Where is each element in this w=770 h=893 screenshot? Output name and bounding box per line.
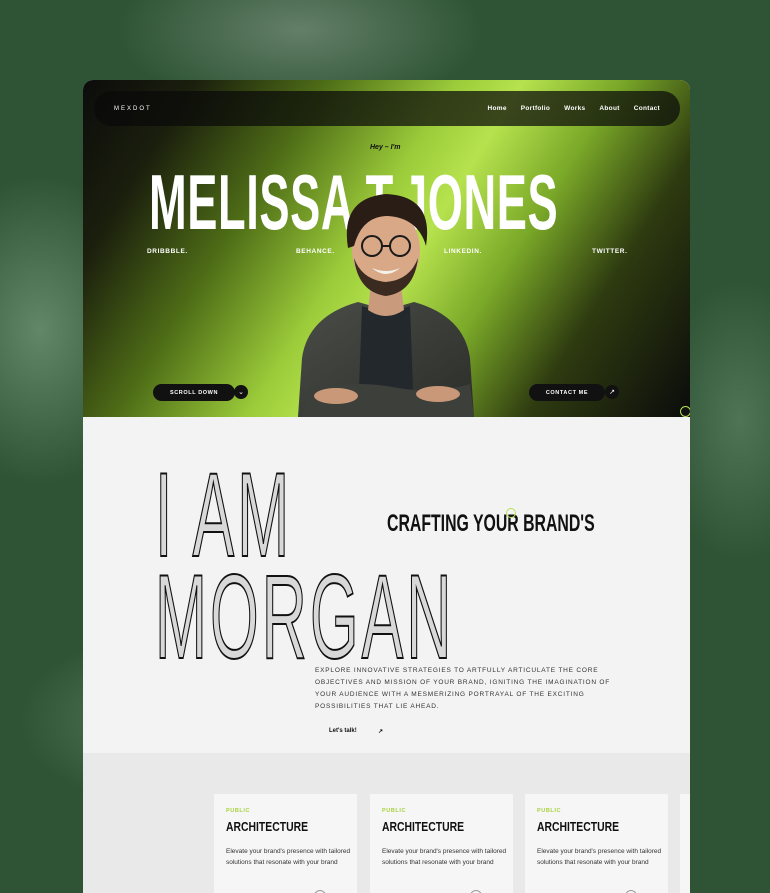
scroll-down-button[interactable]: SCROLL DOWN <box>153 384 235 401</box>
service-text: Elevate your brand's presence with tailo… <box>226 848 351 866</box>
arrow-up-right-icon: ↗ <box>377 728 383 735</box>
service-title: ARCHITECTURE <box>537 819 620 834</box>
services-section: PUBLIC ARCHITECTURE Elevate your brand's… <box>83 753 690 893</box>
hero-section: MEXDOT Home Portfolio Works About Contac… <box>83 80 690 417</box>
service-text: Elevate your brand's presence with tailo… <box>537 848 662 866</box>
arrow-down-icon[interactable]: ⌄ <box>234 385 248 399</box>
tagline: CRAFTING YOUR BRAND'S <box>387 510 595 537</box>
about-section: I AM MORGAN CRAFTING YOUR BRAND'S Explor… <box>83 417 690 753</box>
arrow-up-right-icon[interactable]: ↗ <box>605 385 619 399</box>
big-heading-line2: MORGAN <box>154 550 455 684</box>
service-tag: PUBLIC <box>226 808 251 814</box>
service-card[interactable]: PUBLIC ARCHITECTURE Elevate your brand's… <box>525 794 668 893</box>
service-card[interactable]: PUBLIC ARCHITECTURE Elevate your brand's… <box>214 794 357 893</box>
social-dribbble[interactable]: DRIBBBLE. <box>147 248 188 255</box>
service-title: ARCHITECTURE <box>226 819 309 834</box>
lets-talk-button[interactable]: Let's talk! ↗ <box>313 723 399 739</box>
service-tag: PUBLIC <box>382 808 407 814</box>
logo[interactable]: MEXDOT <box>114 106 152 112</box>
ring-icon <box>506 508 516 518</box>
nav-contact[interactable]: Contact <box>634 105 660 112</box>
service-title: ARCHITECTURE <box>382 819 465 834</box>
portrait-image <box>298 194 474 417</box>
about-description: Explore innovative strategies to artfull… <box>315 667 611 710</box>
service-tag: PUBLIC <box>537 808 562 814</box>
social-twitter[interactable]: TWITTER. <box>592 248 628 255</box>
nav-home[interactable]: Home <box>487 105 506 112</box>
hero-greeting: Hey – I'm <box>370 144 401 151</box>
website-mockup: MEXDOT Home Portfolio Works About Contac… <box>83 80 690 893</box>
lets-talk-label: Let's talk! <box>329 728 357 734</box>
nav-works[interactable]: Works <box>564 105 585 112</box>
nav-portfolio[interactable]: Portfolio <box>521 105 550 112</box>
scroll-indicator-icon[interactable] <box>680 406 690 417</box>
navbar: MEXDOT Home Portfolio Works About Contac… <box>94 91 680 126</box>
service-card-partial <box>680 794 690 893</box>
nav-about[interactable]: About <box>599 105 619 112</box>
contact-me-button[interactable]: CONTACT ME <box>529 384 605 401</box>
service-text: Elevate your brand's presence with tailo… <box>382 848 507 866</box>
nav-links: Home Portfolio Works About Contact <box>487 105 660 112</box>
service-card[interactable]: PUBLIC ARCHITECTURE Elevate your brand's… <box>370 794 513 893</box>
